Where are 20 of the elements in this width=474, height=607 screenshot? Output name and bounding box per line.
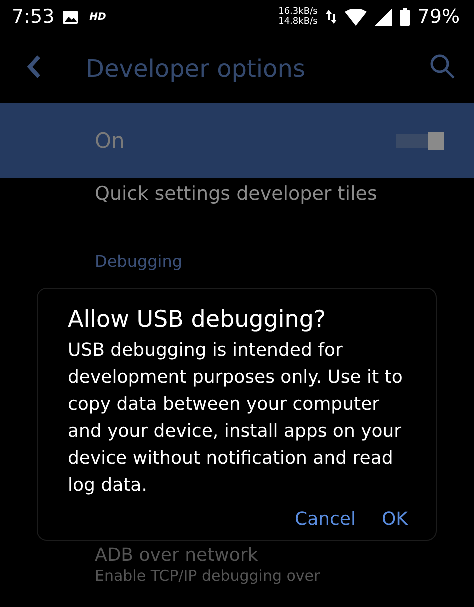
- signal-icon: [374, 8, 392, 26]
- dialog-message: USB debugging is intended for development purposes only. Use it to copy data between your computer and your device, install apps on your device without notification and read log data.: [68, 339, 404, 498]
- section-header: Debugging: [95, 252, 184, 271]
- battery-percent: 79%: [418, 6, 460, 28]
- upload-speed: 16.3kB/s: [278, 7, 318, 17]
- image-icon: [62, 10, 78, 24]
- dialog-title: Allow USB debugging?: [68, 307, 328, 333]
- hd-label: HD: [90, 12, 106, 22]
- toolbar-title: Developer options: [86, 54, 306, 82]
- ok-button[interactable]: OK: [378, 505, 412, 534]
- cancel-button[interactable]: Cancel: [291, 505, 360, 534]
- master-toggle[interactable]: [396, 134, 444, 148]
- status-time: 7:53: [12, 6, 55, 28]
- preference-title[interactable]: Quick settings developer tiles: [95, 164, 474, 224]
- switch-label: On: [95, 128, 125, 152]
- data-arrows-icon: [326, 9, 337, 25]
- preference-summary: Enable TCP/IP debugging over: [95, 567, 322, 585]
- download-speed: 14.8kB/s: [278, 17, 318, 27]
- battery-icon: [400, 8, 410, 26]
- wifi-icon: [344, 8, 367, 26]
